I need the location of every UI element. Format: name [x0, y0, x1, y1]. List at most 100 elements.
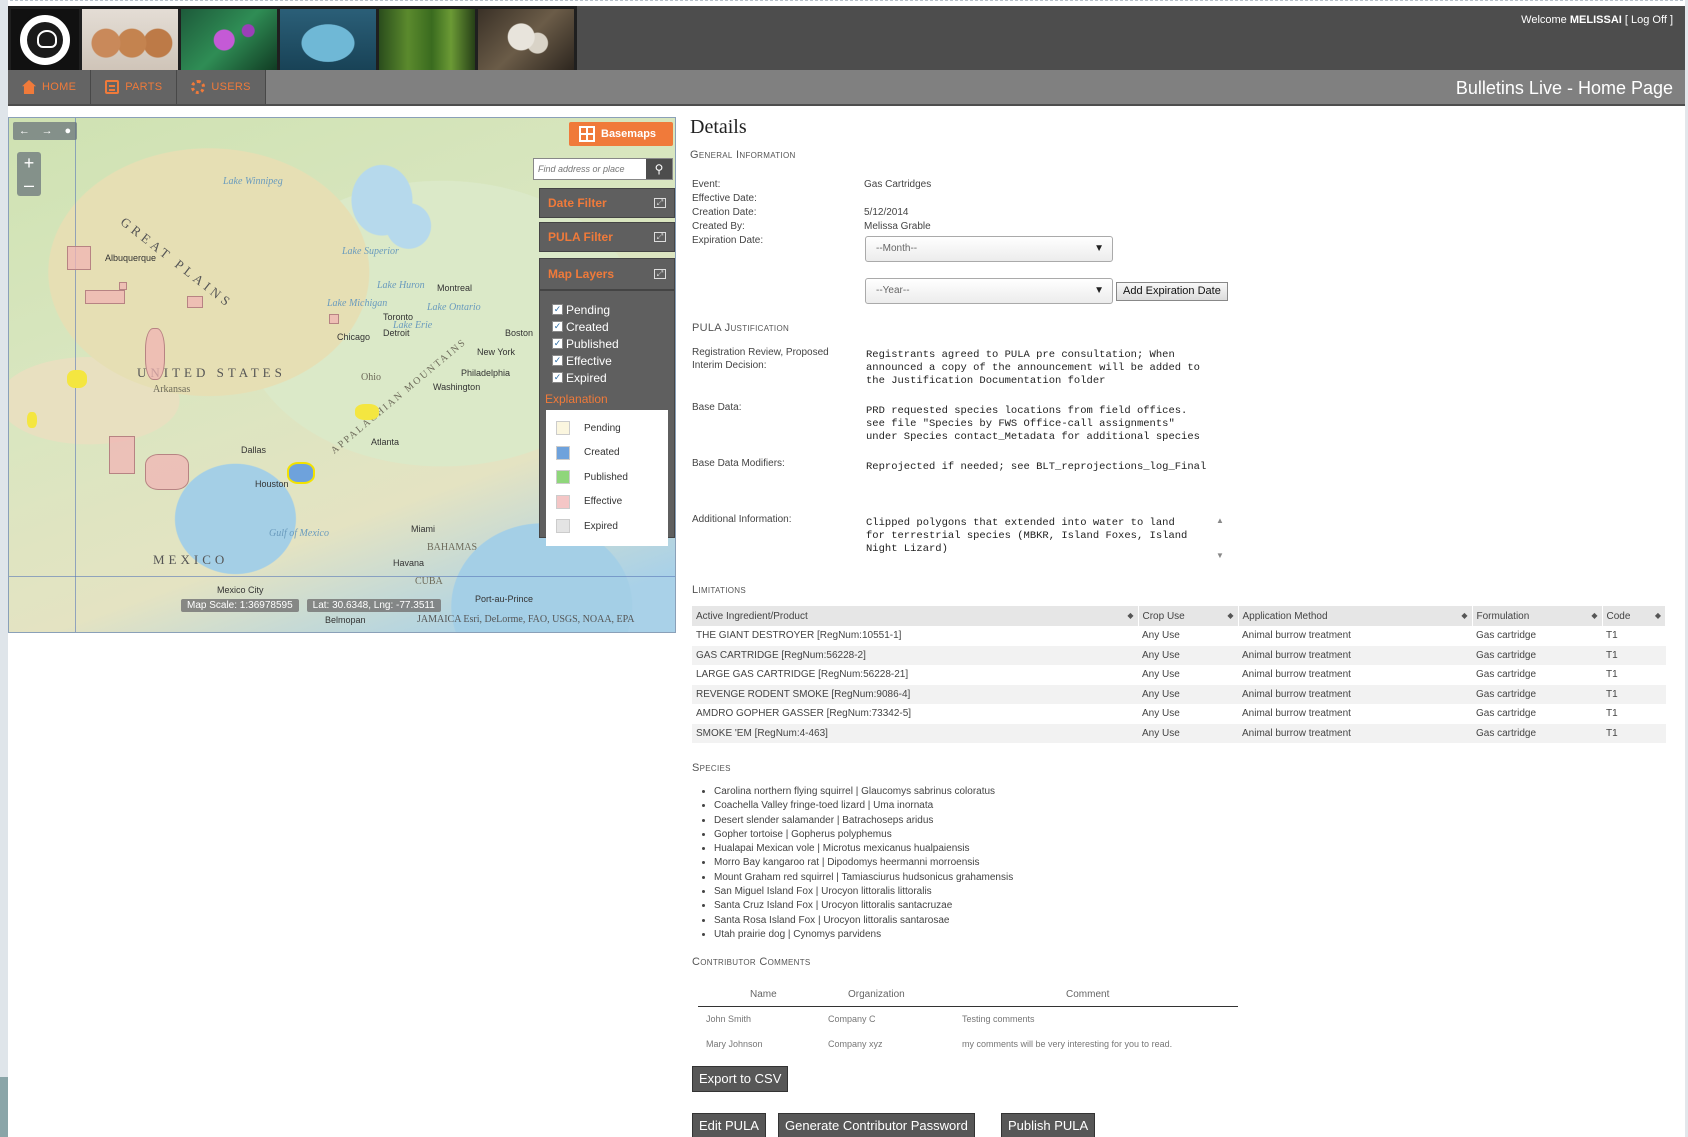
- cell-method: Animal burrow treatment: [1242, 630, 1351, 642]
- edit-pula-button[interactable]: Edit PULA: [692, 1113, 766, 1137]
- checkbox[interactable]: ✓: [552, 338, 563, 349]
- sort-icon[interactable]: ◆: [1655, 611, 1661, 620]
- column-header[interactable]: Crop Use ◆: [1138, 606, 1239, 626]
- additional-info-text[interactable]: Clipped polygons that extended into wate…: [866, 517, 1187, 556]
- scroll-down-icon[interactable]: ▼: [1213, 551, 1227, 560]
- map-layers-panel[interactable]: Map Layers ⤢: [539, 258, 675, 290]
- species-heading: Species: [692, 762, 731, 774]
- map-label-arkansas: Arkansas: [153, 384, 191, 395]
- layer-created[interactable]: ✓ Created: [540, 318, 674, 335]
- zoom-control: + –: [17, 152, 41, 196]
- table-row[interactable]: REVENGE RODENT SMOKE [RegNum:9086-4] Any …: [692, 684, 1666, 704]
- column-header[interactable]: Code ◆: [1602, 606, 1666, 626]
- table-row[interactable]: GAS CARTRIDGE [RegNum:56228-2] Any Use Ani…: [692, 645, 1666, 665]
- search-icon[interactable]: ⚲: [646, 159, 672, 179]
- sort-icon[interactable]: ◆: [1461, 611, 1467, 620]
- nav-users-label: USERS: [211, 81, 251, 93]
- map-city-montreal: Montreal: [437, 283, 473, 293]
- header-photo-flower: [181, 9, 277, 71]
- cell-method: Animal burrow treatment: [1242, 708, 1351, 720]
- expand-icon[interactable]: ⤢: [654, 269, 666, 279]
- layer-published[interactable]: ✓ Published: [540, 335, 674, 352]
- nav-item-users[interactable]: USERS: [177, 70, 266, 104]
- zoom-in-button[interactable]: +: [17, 152, 41, 174]
- pula-highlight[interactable]: [355, 404, 379, 420]
- pula-polygon[interactable]: [67, 246, 91, 270]
- sort-icon[interactable]: ◆: [1127, 611, 1133, 620]
- textarea-scrollbar[interactable]: ▲ ▼: [1213, 516, 1227, 566]
- nav-item-parts[interactable]: PARTS: [91, 70, 178, 104]
- map-label-lake-michigan: Lake Michigan: [327, 298, 388, 309]
- table-row[interactable]: THE GIANT DESTROYER [RegNum:10551-1] Any …: [692, 626, 1666, 646]
- layer-effective[interactable]: ✓ Effective: [540, 352, 674, 369]
- map-city-miami: Miami: [411, 524, 435, 534]
- pula-filter-panel[interactable]: PULA Filter ⤢: [539, 222, 675, 252]
- sort-icon[interactable]: ◆: [1591, 611, 1597, 620]
- add-expiration-date-button[interactable]: Add Expiration Date: [1116, 282, 1228, 301]
- checkbox[interactable]: ✓: [552, 355, 563, 366]
- date-filter-panel[interactable]: Date Filter ⤢: [539, 188, 675, 218]
- publish-pula-button[interactable]: Publish PULA: [1001, 1113, 1096, 1137]
- table-row[interactable]: SMOKE 'EM [RegNum:4-463] Any Use Animal bu…: [692, 723, 1666, 743]
- checkbox[interactable]: ✓: [552, 321, 563, 332]
- cell-formulation: Gas cartridge: [1472, 684, 1602, 704]
- sort-icon[interactable]: ◆: [1227, 611, 1233, 620]
- map-label-jamaica: JAMAICA: [417, 614, 461, 625]
- map-search-input[interactable]: [534, 159, 646, 179]
- year-select[interactable]: --Year-- ▼: [865, 278, 1113, 304]
- generate-password-button[interactable]: Generate Contributor Password: [778, 1113, 975, 1137]
- map-label-bahamas: BAHAMAS: [427, 542, 478, 553]
- basemaps-button[interactable]: Basemaps: [569, 122, 673, 146]
- column-header[interactable]: Active Ingredient/Product ◆: [692, 606, 1139, 626]
- zoom-out-button[interactable]: –: [17, 174, 41, 196]
- list-item: Desert slender salamander | Batrachoseps…: [714, 814, 1013, 828]
- cell-code: T1: [1602, 645, 1666, 665]
- pula-selected[interactable]: [287, 462, 315, 484]
- checkbox[interactable]: ✓: [552, 304, 563, 315]
- table-row[interactable]: LARGE GAS CARTRIDGE [RegNum:56228-21] Any…: [692, 665, 1666, 685]
- pula-highlight[interactable]: [27, 412, 37, 428]
- cell-method: Animal burrow treatment: [1238, 684, 1472, 704]
- creation-date-value: 5/12/2014: [864, 207, 909, 218]
- map-city-toronto: Toronto: [383, 312, 414, 322]
- pula-polygon[interactable]: [119, 282, 127, 290]
- pula-polygon[interactable]: [109, 436, 135, 474]
- layer-label: Expired: [566, 370, 607, 385]
- forward-icon[interactable]: →: [42, 125, 53, 137]
- pula-highlight[interactable]: [67, 370, 87, 388]
- map-label-cuba: CUBA: [415, 576, 443, 587]
- map-city-atlanta: Atlanta: [371, 437, 400, 447]
- pula-polygon[interactable]: [145, 454, 189, 490]
- globe-icon[interactable]: ●: [64, 125, 71, 137]
- epa-seal-logo[interactable]: [11, 9, 79, 71]
- back-icon[interactable]: ←: [19, 125, 30, 137]
- logoff-link[interactable]: [ Log Off ]: [1625, 14, 1673, 26]
- layer-pending[interactable]: ✓ Pending: [540, 301, 674, 318]
- nav-item-home[interactable]: HOME: [8, 70, 92, 104]
- list-item: Santa Rosa Island Fox | Urocyon littoral…: [714, 914, 1013, 928]
- checkbox[interactable]: ✓: [552, 372, 563, 383]
- expand-icon[interactable]: ⤢: [654, 198, 666, 208]
- nav-bar: HOME PARTS USERS Bulletins Live - Home P…: [8, 70, 1685, 104]
- table-row[interactable]: AMDRO GOPHER GASSER [RegNum:73342-5] Any …: [692, 704, 1666, 724]
- export-csv-button[interactable]: Export to CSV: [692, 1066, 789, 1092]
- column-header[interactable]: Application Method ◆: [1238, 606, 1473, 626]
- legend-label: Pending: [584, 422, 621, 434]
- cell-code: T1: [1606, 669, 1618, 681]
- header-photo-strip: [8, 6, 577, 74]
- layer-expired[interactable]: ✓ Expired: [540, 369, 674, 386]
- map-history-nav[interactable]: ← → ●: [13, 122, 77, 140]
- pula-polygon[interactable]: [145, 328, 165, 380]
- additional-info-label: Additional Information:: [692, 514, 792, 525]
- pula-polygon[interactable]: [329, 314, 339, 324]
- pula-polygon[interactable]: [187, 296, 203, 308]
- username: MELISSAI: [1569, 14, 1622, 26]
- expand-icon[interactable]: ⤢: [654, 232, 666, 242]
- month-select[interactable]: --Month-- ▼: [865, 236, 1113, 262]
- scroll-up-icon[interactable]: ▲: [1213, 516, 1227, 525]
- list-item: Morro Bay kangaroo rat | Dipodomys heerm…: [714, 856, 1013, 870]
- base-data-modifiers-text: Reprojected if needed; see BLT_reproject…: [866, 461, 1207, 473]
- map-view[interactable]: GREAT PLAINS UNITED STATES MEXICO APPALA…: [8, 117, 676, 633]
- column-header[interactable]: Formulation ◆: [1472, 606, 1603, 626]
- pula-polygon[interactable]: [85, 290, 125, 304]
